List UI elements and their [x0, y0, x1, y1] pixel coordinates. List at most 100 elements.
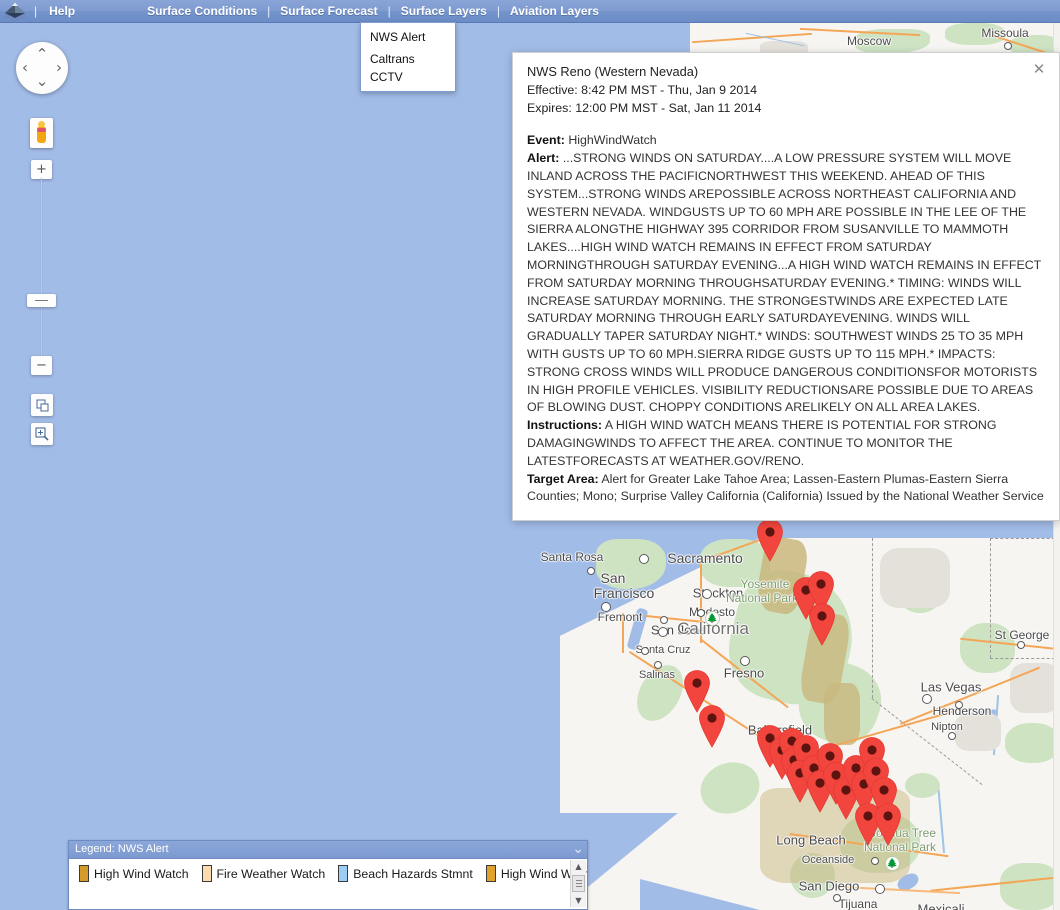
legend-swatch: [485, 865, 496, 882]
city-dot: [948, 732, 956, 740]
map-green-se: [1000, 863, 1060, 910]
dropdown-item-caltrans-cctv[interactable]: Caltrans CCTV: [361, 48, 455, 88]
menu-separator-0: |: [34, 4, 38, 18]
popup-alert-value: ...STRONG WINDS ON SATURDAY....A LOW PRE…: [527, 151, 1042, 415]
pan-down-icon[interactable]: ⌄: [36, 74, 49, 89]
legend-item-label: Beach Hazards Stmnt: [353, 866, 473, 881]
dropdown-item-nws-alert[interactable]: NWS Alert: [361, 26, 455, 48]
legend-header: Legend: NWS Alert ⌄⌄: [69, 841, 587, 877]
city-dot: [601, 602, 611, 612]
menu-item-aviation-layers[interactable]: Aviation Layers: [506, 4, 603, 18]
legend-item: Beach Hazards Stmnt: [338, 865, 473, 882]
legend-items: High Wind Watch Fire Weather Watch Beach H…: [79, 865, 587, 882]
map-application: | Help Surface Conditions | Surface Fore…: [0, 0, 1060, 910]
legend-item-label: Fire Weather Watch: [216, 866, 326, 881]
legend-scroll-up-icon[interactable]: ▲: [571, 860, 586, 873]
city-dot: [955, 701, 963, 709]
popup-target-row: Target Area: Alert for Greater Lake Taho…: [527, 471, 1045, 507]
legend-item: High Wind Watch: [79, 865, 189, 882]
zoom-slider[interactable]: + −: [27, 160, 56, 375]
menu-item-surface-layers[interactable]: Surface Layers: [397, 4, 491, 18]
popup-event-row: Event: HighWindWatch: [527, 132, 1045, 150]
map-road-101: [622, 613, 624, 653]
legend-body: High Wind Watch Fire Weather Watch Beach H…: [69, 859, 587, 909]
popup-event-value: HighWindWatch: [568, 133, 657, 148]
map-green-utah: [960, 623, 1015, 673]
map-gray-nv: [880, 548, 950, 608]
menu-separator-2: |: [387, 4, 391, 18]
pegman-collar: [37, 128, 46, 132]
city-dot: [654, 661, 662, 669]
map-green-az: [1005, 723, 1060, 763]
city-dot: [658, 627, 668, 637]
alert-map-marker[interactable]: [808, 602, 836, 646]
alert-info-popup: ✕ NWS Reno (Western Nevada) Effective: 8…: [512, 52, 1060, 522]
map-border-nv-ut: [990, 538, 1060, 539]
city-dot: [922, 694, 932, 704]
park-marker-yosemite-icon: 🌲: [705, 611, 720, 626]
popup-target-value: Alert for Greater Lake Tahoe Area; Lasse…: [527, 471, 1044, 504]
legend-panel: Legend: NWS Alert ⌄⌄ High Wind Watch Fire…: [68, 840, 588, 910]
zoom-slider-track[interactable]: [41, 178, 42, 358]
city-dot: [660, 616, 668, 624]
legend-swatch: [338, 865, 349, 882]
city-dot: [697, 609, 705, 617]
popup-instructions-row: Instructions: A HIGH WIND WATCH MEANS TH…: [527, 417, 1045, 470]
overview-map-icon[interactable]: [31, 394, 53, 416]
map-park-kings: [824, 683, 860, 745]
city-dot: [871, 857, 879, 865]
pan-right-icon[interactable]: ›: [56, 60, 62, 76]
legend-title: Legend: NWS Alert: [75, 843, 169, 855]
popup-alert-row: Alert: ...STRONG WINDS ON SATURDAY....A …: [527, 150, 1045, 417]
city-dot: [740, 656, 750, 666]
city-dot: [1017, 641, 1025, 649]
legend-swatch: [201, 865, 212, 882]
alert-map-marker[interactable]: [756, 518, 784, 562]
legend-scroll-down-icon[interactable]: ▼: [571, 894, 586, 907]
diamond-logo-icon[interactable]: [2, 1, 28, 21]
city-dot: [587, 567, 595, 575]
pan-control[interactable]: ⌃ ⌄ ‹ ›: [16, 42, 68, 94]
surface-layers-dropdown: NWS Alert Caltrans CCTV: [360, 22, 456, 92]
map-gray-nv-2: [955, 713, 1001, 751]
pan-left-icon[interactable]: ‹: [22, 60, 28, 76]
map-road-i5-n: [700, 563, 702, 643]
map-green-north-2: [945, 23, 1005, 45]
street-view-pegman-icon[interactable]: [30, 118, 53, 148]
city-dot: [833, 894, 841, 902]
zoom-out-button[interactable]: −: [31, 356, 52, 375]
map-green-nv-2: [905, 773, 940, 798]
popup-close-icon[interactable]: ✕: [1031, 61, 1047, 77]
popup-alert-label: Alert:: [527, 151, 560, 166]
menu-separator-1: |: [267, 4, 271, 18]
city-dot: [1004, 42, 1012, 50]
menu-separator-3: |: [496, 4, 500, 18]
menu-item-help[interactable]: Help: [45, 4, 79, 18]
popup-instructions-label: Instructions:: [527, 418, 603, 433]
map-border-ca-nv: [872, 538, 874, 698]
alert-map-marker[interactable]: [874, 802, 902, 846]
menu-item-surface-conditions[interactable]: Surface Conditions: [143, 4, 261, 18]
popup-event-label: Event:: [527, 133, 565, 148]
zoom-box-icon[interactable]: [31, 423, 53, 445]
popup-effective: Effective: 8:42 PM MST - Thu, Jan 9 2014: [527, 82, 758, 97]
legend-item: Fire Weather Watch: [201, 865, 326, 882]
map-green-coastrange-n: [596, 539, 666, 589]
zoom-in-button[interactable]: +: [31, 160, 52, 179]
city-dot: [702, 589, 712, 599]
city-dot: [641, 647, 649, 655]
popup-title: NWS Reno (Western Nevada): [527, 64, 699, 79]
city-dot: [639, 554, 649, 564]
top-menu-bar: | Help Surface Conditions | Surface Fore…: [0, 0, 1060, 23]
zoom-slider-handle[interactable]: [27, 294, 56, 307]
alert-map-marker[interactable]: [698, 704, 726, 748]
legend-scroll-thumb[interactable]: [572, 875, 585, 892]
city-dot: [875, 884, 885, 894]
popup-target-label: Target Area:: [527, 471, 599, 486]
pan-up-icon[interactable]: ⌃: [36, 47, 49, 62]
menu-item-surface-forecast[interactable]: Surface Forecast: [276, 4, 381, 18]
park-marker-joshua-icon: 🌲: [885, 856, 900, 871]
legend-swatch: [79, 865, 89, 882]
legend-item-label: High Wind Watch: [94, 866, 189, 881]
legend-scrollbar[interactable]: ▲ ▼: [570, 860, 586, 907]
